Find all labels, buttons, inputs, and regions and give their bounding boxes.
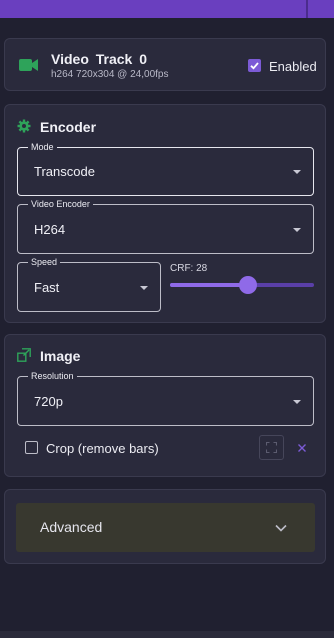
image-title: Image <box>40 348 81 364</box>
crop-checkbox[interactable] <box>25 441 38 454</box>
crf-label: CRF: 28 <box>170 263 208 274</box>
mode-value: Transcode <box>34 164 95 179</box>
crop-label[interactable]: Crop (remove bars) <box>46 441 159 456</box>
video-camera-icon <box>19 59 38 71</box>
video-track-card: Video Track 0 h264 720x304 @ 24,00fps En… <box>4 38 326 91</box>
video-track-subtitle: h264 720x304 @ 24,00fps <box>51 69 169 80</box>
check-icon <box>250 62 259 70</box>
chevron-down-icon <box>275 524 287 532</box>
video-encoder-select[interactable]: Video Encoder H264 <box>17 198 314 254</box>
encoder-title: Encoder <box>40 119 97 135</box>
resolution-select[interactable]: Resolution 720p <box>17 370 314 426</box>
enabled-checkbox[interactable] <box>248 59 261 72</box>
chevron-down-icon <box>293 228 301 232</box>
chevron-down-icon <box>293 170 301 174</box>
chevron-down-icon <box>140 286 148 290</box>
speed-label: Speed <box>28 256 61 268</box>
resolution-value: 720p <box>34 394 63 409</box>
crop-adjust-button[interactable] <box>259 435 284 460</box>
speed-select[interactable]: Speed Fast <box>17 256 161 312</box>
gear-icon <box>17 119 31 133</box>
enabled-label[interactable]: Enabled <box>269 59 317 74</box>
image-card: Image Resolution 720p Crop (remove bars) <box>4 334 326 477</box>
advanced-accordion[interactable]: Advanced <box>16 503 315 552</box>
video-track-title: Video Track 0 <box>51 51 148 67</box>
top-bar-divider <box>306 0 308 18</box>
advanced-label: Advanced <box>40 519 103 535</box>
advanced-card: Advanced <box>4 489 326 564</box>
resolution-label: Resolution <box>28 370 77 382</box>
close-icon[interactable] <box>297 443 307 453</box>
video-encoder-value: H264 <box>34 222 66 237</box>
encoder-card: Encoder Mode Transcode Video Encoder H26… <box>4 104 326 323</box>
video-encoder-label: Video Encoder <box>28 198 93 210</box>
mode-label: Mode <box>28 141 57 153</box>
top-app-bar <box>0 0 334 18</box>
mode-select[interactable]: Mode Transcode <box>17 141 314 196</box>
bottom-bar <box>0 631 334 638</box>
speed-value: Fast <box>34 280 60 295</box>
chevron-down-icon <box>293 400 301 404</box>
resize-icon <box>17 348 31 362</box>
crf-slider-fill <box>170 283 248 287</box>
fullscreen-icon <box>266 442 277 453</box>
crf-slider-thumb[interactable] <box>238 276 257 294</box>
